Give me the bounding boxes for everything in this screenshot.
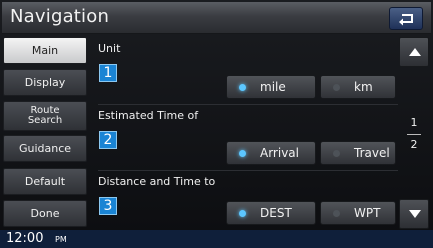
- scroll-up-button[interactable]: [399, 37, 429, 67]
- tab-display[interactable]: Display: [3, 69, 87, 96]
- page-divider: [407, 134, 421, 135]
- option-km[interactable]: km: [320, 75, 396, 99]
- option-wpt[interactable]: WPT: [320, 201, 396, 225]
- scroll-down-icon: [409, 210, 421, 218]
- radio-selected-icon: [239, 209, 246, 217]
- scroll-up-icon: [409, 48, 421, 56]
- tab-label: Default: [24, 175, 66, 188]
- page-title: Navigation: [10, 6, 110, 27]
- back-button[interactable]: [389, 7, 423, 30]
- tab-guidance[interactable]: Guidance: [3, 135, 87, 162]
- tab-done[interactable]: Done: [3, 200, 87, 227]
- radio-unselected-icon: [333, 149, 340, 157]
- tab-main[interactable]: Main: [3, 37, 87, 64]
- divider: [98, 104, 398, 105]
- setting-label-estimated-time: Estimated Time of: [98, 109, 199, 122]
- option-label: km: [354, 80, 373, 94]
- option-label: WPT: [354, 206, 381, 220]
- clock-ampm: PM: [55, 235, 67, 244]
- option-travel[interactable]: Travel: [320, 141, 396, 165]
- option-label: DEST: [260, 206, 292, 220]
- option-label: mile: [260, 80, 286, 94]
- setting-badge: 1: [99, 64, 117, 82]
- setting-badge: 2: [99, 131, 117, 149]
- tab-label: Done: [30, 207, 60, 220]
- clock-time: 12:00: [6, 231, 44, 246]
- screen-frame: Navigation Main Display Route Search Gui…: [0, 0, 433, 248]
- page-current: 1: [410, 116, 418, 129]
- tab-route-search[interactable]: Route Search: [3, 101, 87, 131]
- tab-label: Guidance: [18, 142, 72, 155]
- option-label: Travel: [354, 146, 390, 160]
- option-arrival[interactable]: Arrival: [226, 141, 316, 165]
- option-mile[interactable]: mile: [226, 75, 316, 99]
- return-arrow-icon: [399, 14, 413, 26]
- radio-unselected-icon: [333, 83, 340, 91]
- option-label: Arrival: [260, 146, 299, 160]
- setting-label-unit: Unit: [98, 42, 121, 55]
- tab-label: Route Search: [27, 105, 63, 126]
- tab-label: Main: [31, 44, 59, 57]
- setting-badge: 3: [99, 197, 117, 215]
- setting-label-distance-time: Distance and Time to: [98, 175, 216, 188]
- header-bar: Navigation: [2, 2, 431, 34]
- radio-unselected-icon: [333, 209, 340, 217]
- status-bar: 12:00 PM: [0, 230, 433, 248]
- radio-selected-icon: [239, 149, 246, 157]
- scroll-down-button[interactable]: [399, 199, 429, 229]
- page-total: 2: [410, 138, 418, 151]
- divider: [98, 170, 398, 171]
- tab-label: Display: [24, 76, 66, 89]
- option-dest[interactable]: DEST: [226, 201, 316, 225]
- tab-default[interactable]: Default: [3, 168, 87, 195]
- radio-selected-icon: [239, 83, 246, 91]
